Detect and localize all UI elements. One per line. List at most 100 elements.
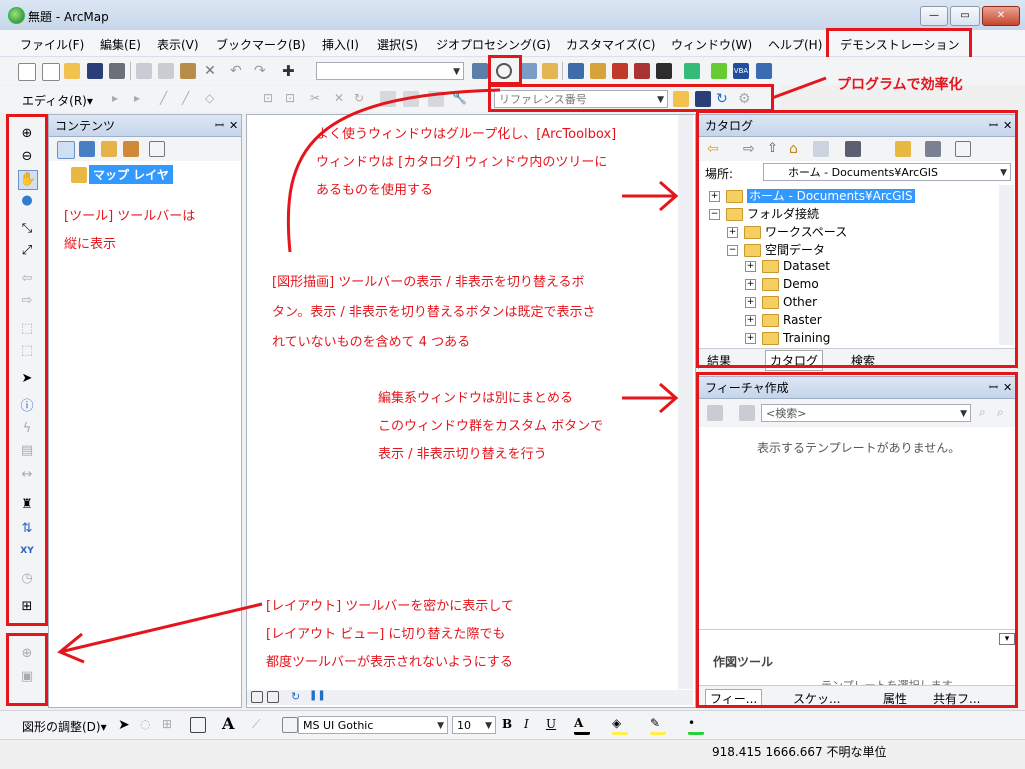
undo-icon[interactable]: ↶	[230, 63, 246, 79]
edit-tool-icon[interactable]: ▸	[112, 91, 128, 107]
edit-vertices-icon[interactable]: ⟋	[252, 717, 268, 733]
cut-icon[interactable]	[136, 63, 152, 79]
menu-selection[interactable]: 選択(S)	[377, 36, 418, 53]
menu-customize[interactable]: カスタマイズ(C)	[566, 36, 655, 53]
menu-file[interactable]: ファイル(F)	[20, 36, 84, 53]
map-layer-item[interactable]: マップ レイヤ	[89, 165, 173, 184]
pause-drawing-icon[interactable]: ❚❚	[309, 690, 326, 706]
split-icon[interactable]: ✕	[334, 91, 350, 107]
tools-toolbar-highlight	[6, 114, 48, 626]
minimize-button[interactable]: —	[920, 6, 948, 26]
layout-view-icon[interactable]	[267, 691, 279, 703]
select-elements-icon[interactable]: ➤	[118, 717, 134, 733]
catalog-window-icon[interactable]	[590, 63, 606, 79]
list-by-drawing-order-icon[interactable]	[57, 141, 75, 159]
map-horizontal-scrollbar[interactable]: ↻ ❚❚	[247, 690, 693, 705]
annotation-layout-toolbar-3: 都度ツールバーが表示されないようにする	[266, 655, 513, 670]
menu-bookmarks[interactable]: ブックマーク(B)	[216, 36, 306, 53]
bold-button[interactable]: B	[502, 717, 518, 733]
macro-icon[interactable]	[711, 63, 727, 79]
status-bar: 918.415 1666.667 不明な単位	[0, 739, 1025, 769]
editor-menu[interactable]: エディタ(R)▾	[22, 92, 93, 109]
layout-toolbar-icon[interactable]	[521, 63, 537, 79]
create-features-icon[interactable]	[428, 91, 444, 107]
font-color-icon[interactable]: A	[574, 716, 590, 735]
map-scale-combo[interactable]: ▼	[316, 62, 464, 80]
fill-color-icon[interactable]: ◈	[612, 716, 628, 735]
menu-view[interactable]: 表示(V)	[157, 36, 199, 53]
marker-color-icon[interactable]: •	[688, 716, 704, 735]
open-icon[interactable]	[64, 63, 80, 79]
text-icon[interactable]: A	[222, 716, 238, 732]
redo-icon[interactable]: ↷	[254, 63, 270, 79]
edit-annotation-icon[interactable]: ▸	[134, 91, 150, 107]
search-window-icon[interactable]	[612, 63, 628, 79]
rotate-icon[interactable]: ↻	[354, 91, 370, 107]
edit-vertices-icon[interactable]: ⊡	[263, 91, 279, 107]
edit-windows-highlight	[696, 372, 1018, 708]
menu-help[interactable]: ヘルプ(H)	[768, 36, 822, 53]
menu-insert[interactable]: 挿入(I)	[322, 36, 359, 53]
cut-polygons-icon[interactable]: ✂	[310, 91, 326, 107]
annotation-edit-windows-1: 編集系ウィンドウは別にまとめる	[378, 391, 574, 406]
straight-segment-icon[interactable]: ╱	[160, 91, 176, 107]
sketch-properties-icon[interactable]	[403, 91, 419, 107]
maximize-button[interactable]: ▭	[950, 6, 980, 26]
end-point-arc-icon[interactable]: ╱	[182, 91, 198, 107]
italic-button[interactable]: I	[524, 717, 540, 733]
rotate-icon[interactable]: ◌	[140, 717, 156, 733]
close-icon[interactable]: ✕	[229, 115, 238, 137]
list-by-selection-icon[interactable]	[123, 141, 139, 157]
custom-command-icon[interactable]	[756, 63, 772, 79]
reshape-icon[interactable]: ⊡	[285, 91, 301, 107]
close-button[interactable]: ✕	[982, 6, 1020, 26]
delete-icon[interactable]: ✕	[202, 63, 218, 79]
save-icon[interactable]	[87, 63, 103, 79]
edit-tool-icon[interactable]	[542, 63, 558, 79]
separator	[562, 62, 563, 80]
toc-window-icon[interactable]	[568, 63, 584, 79]
font-size-combo[interactable]: 10 ▼	[452, 716, 496, 734]
menu-geoprocessing[interactable]: ジオプロセシング(G)	[436, 36, 551, 53]
options-icon[interactable]	[149, 141, 165, 157]
coordinate-readout: 918.415 1666.667 不明な単位	[712, 745, 887, 759]
list-by-visibility-icon[interactable]	[101, 141, 117, 157]
arctoolbox-icon[interactable]	[634, 63, 650, 79]
drawing-menu[interactable]: 図形の調整(D)▾	[22, 718, 107, 735]
catalog-highlight	[696, 110, 1018, 368]
editor-toolbar-icon[interactable]	[472, 63, 488, 79]
toc-title: コンテンツ	[55, 119, 116, 133]
data-view-icon[interactable]	[251, 691, 263, 703]
list-by-source-icon[interactable]	[79, 141, 95, 157]
paste-icon[interactable]	[180, 63, 196, 79]
zoom-to-selected-icon[interactable]: ⊞	[162, 717, 178, 733]
annotation-layout-toolbar-1: [レイアウト] ツールバーを密かに表示して	[266, 599, 514, 614]
add-data-icon[interactable]: ✚	[282, 63, 298, 79]
menu-windows[interactable]: ウィンドウ(W)	[671, 36, 752, 53]
python-window-icon[interactable]	[656, 63, 672, 79]
drawing-toolbar: 図形の調整(D)▾ ➤ ◌ ⊞ A ⟋ MS UI Gothic ▼ 10 ▼ B …	[0, 710, 1025, 739]
annotation-window-group-3: あるものを使用する	[316, 183, 434, 198]
underline-button[interactable]: U	[546, 717, 562, 733]
map-vertical-scrollbar[interactable]	[678, 115, 693, 689]
print-icon[interactable]	[109, 63, 125, 79]
line-color-icon[interactable]: ✎	[650, 716, 666, 735]
annotation-window-group-2: ウィンドウは [カタログ] ウィンドウ内のツリーに	[316, 155, 608, 170]
title-bar: 無題 - ArcMap — ▭ ✕	[0, 0, 1025, 31]
font-combo[interactable]: MS UI Gothic ▼	[298, 716, 448, 734]
annotation-drawing-toggle-1: [図形描画] ツールバーの表示 / 非表示を切り替えるボ	[272, 275, 585, 290]
wrench-icon[interactable]: 🔧	[452, 91, 468, 107]
new-map-icon[interactable]	[42, 63, 60, 81]
vba-icon[interactable]: VBA	[733, 63, 749, 79]
new-document-icon[interactable]	[18, 63, 36, 81]
pin-icon[interactable]: ꟷ	[215, 115, 224, 137]
attributes-icon[interactable]	[380, 91, 396, 107]
menu-edit[interactable]: 編集(E)	[100, 36, 141, 53]
trace-icon[interactable]: ◇	[205, 91, 221, 107]
rectangle-icon[interactable]	[190, 717, 206, 733]
refresh-view-icon[interactable]: ↻	[291, 690, 307, 706]
font-icon	[282, 717, 298, 733]
layers-icon	[71, 167, 87, 183]
copy-icon[interactable]	[158, 63, 174, 79]
model-builder-icon[interactable]	[684, 63, 700, 79]
